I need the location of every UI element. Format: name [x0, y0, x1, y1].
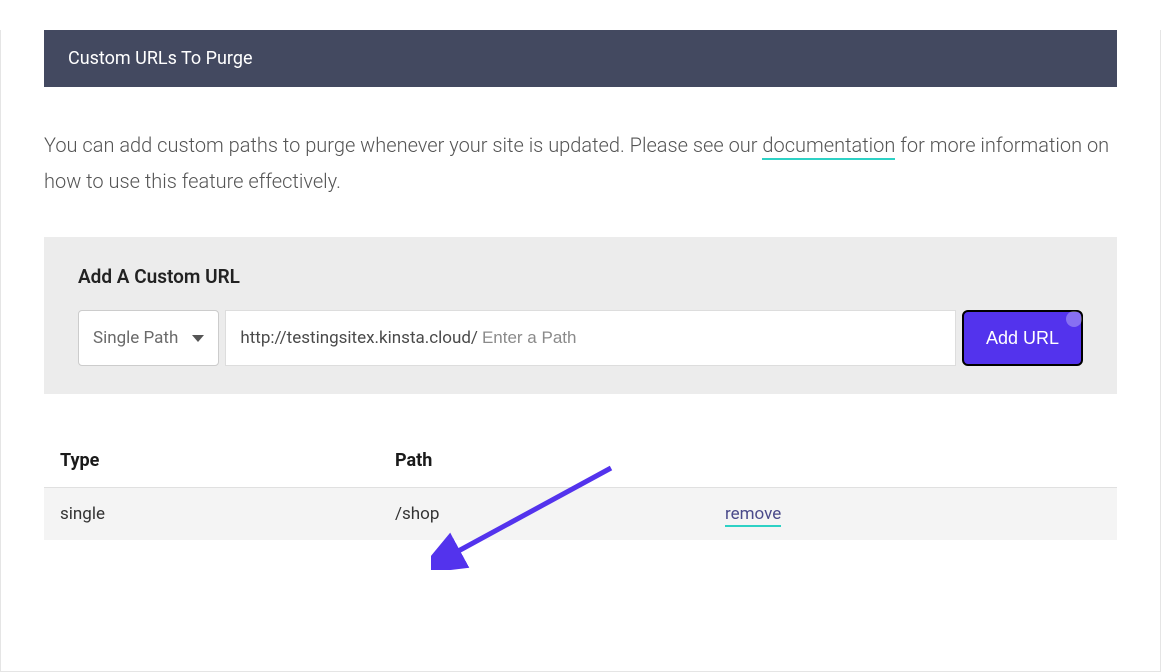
section-description: You can add custom paths to purge whenev… [44, 127, 1117, 199]
cell-action: remove [725, 504, 1101, 524]
column-header-path: Path [395, 450, 725, 471]
add-url-form: Add A Custom URL Single Path http://test… [44, 237, 1117, 394]
section-header: Custom URLs To Purge [44, 30, 1117, 87]
path-type-select[interactable]: Single Path [78, 310, 219, 366]
column-header-type: Type [60, 450, 395, 471]
documentation-link[interactable]: documentation [762, 133, 895, 160]
url-input-container[interactable]: http://testingsitex.kinsta.cloud/ [225, 310, 956, 366]
description-text-before: You can add custom paths to purge whenev… [44, 133, 762, 157]
table-header-row: Type Path [44, 434, 1117, 488]
url-prefix: http://testingsitex.kinsta.cloud/ [240, 328, 478, 348]
cell-type: single [60, 504, 395, 524]
content-area: Custom URLs To Purge You can add custom … [1, 30, 1160, 540]
settings-panel: Custom URLs To Purge You can add custom … [0, 30, 1161, 672]
table-row: single /shop remove [44, 488, 1117, 540]
form-row: Single Path http://testingsitex.kinsta.c… [78, 310, 1083, 366]
remove-link[interactable]: remove [725, 504, 781, 527]
section-title: Custom URLs To Purge [68, 48, 252, 69]
url-table: Type Path single /shop remove [44, 434, 1117, 540]
form-title: Add A Custom URL [78, 265, 1083, 288]
path-type-selected-label: Single Path [93, 328, 178, 348]
cell-path: /shop [395, 504, 725, 524]
url-path-input[interactable] [478, 328, 941, 348]
add-url-button[interactable]: Add URL [962, 310, 1083, 366]
chevron-down-icon [192, 335, 204, 342]
